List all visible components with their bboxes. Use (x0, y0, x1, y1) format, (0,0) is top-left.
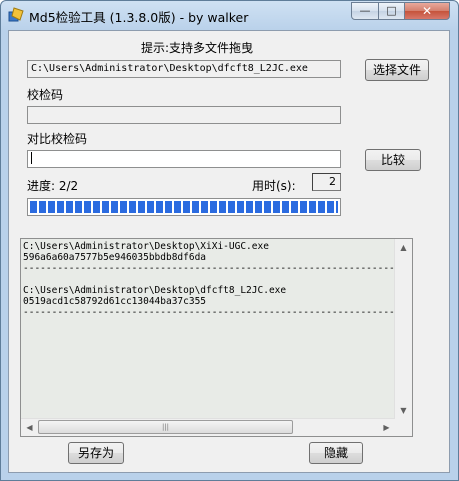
app-window: Md5检验工具 (1.3.8.0版) - by walker — □ ✕ 提示:… (0, 0, 459, 481)
compare-input[interactable] (27, 150, 341, 168)
progress-label: 进度: 2/2 (27, 179, 79, 193)
log-entry-md5: 596a6a60a7577b5e946035bbdb8df6da (23, 252, 207, 263)
log-entry-md5: 0519acd1c58792d61cc13044ba37c355 (23, 296, 207, 307)
client-area: 提示:支持多文件拖曳 C:\Users\Administrator\Deskto… (8, 30, 450, 473)
window-title: Md5检验工具 (1.3.8.0版) - by walker (29, 10, 249, 25)
log-entry-path: C:\Users\Administrator\Desktop\XiXi-UGC.… (23, 241, 269, 252)
hide-button[interactable]: 隐藏 (309, 442, 363, 464)
compare-button[interactable]: 比较 (365, 149, 421, 171)
file-path-field[interactable]: C:\Users\Administrator\Desktop\dfcft8_L2… (27, 60, 341, 78)
compare-label: 对比校检码 (27, 132, 88, 146)
scroll-corner (395, 419, 412, 436)
scroll-right-icon[interactable]: ▶ (378, 419, 395, 436)
text-cursor (31, 152, 32, 164)
time-value: 2 (312, 173, 341, 191)
hint-text: 提示:支持多文件拖曳 (141, 41, 254, 55)
scroll-left-icon[interactable]: ◀ (21, 419, 38, 436)
scroll-up-icon[interactable]: ▲ (395, 239, 412, 256)
progress-fill (30, 201, 338, 213)
log-divider: ----------------------------------------… (23, 263, 395, 274)
vertical-scrollbar[interactable]: ▲ ▼ (394, 239, 412, 419)
app-icon (8, 7, 24, 22)
maximize-button[interactable]: □ (378, 2, 405, 20)
log-entry-path: C:\Users\Administrator\Desktop\dfcft8_L2… (23, 285, 287, 296)
scroll-thumb[interactable]: ||| (38, 420, 293, 434)
checksum-field[interactable] (27, 106, 341, 124)
progress-bar (27, 198, 341, 216)
save-as-button[interactable]: 另存为 (68, 442, 124, 464)
log-content: C:\Users\Administrator\Desktop\XiXi-UGC.… (21, 239, 395, 419)
title-bar[interactable]: Md5检验工具 (1.3.8.0版) - by walker — □ ✕ (1, 1, 458, 29)
checksum-label: 校检码 (27, 88, 64, 102)
select-file-button[interactable]: 选择文件 (365, 59, 429, 81)
result-log[interactable]: C:\Users\Administrator\Desktop\XiXi-UGC.… (20, 238, 413, 437)
time-label: 用时(s): (252, 179, 296, 193)
close-button[interactable]: ✕ (404, 2, 450, 20)
log-divider: ----------------------------------------… (23, 307, 395, 318)
horizontal-scrollbar[interactable]: ◀ ||| ▶ (21, 418, 395, 436)
scroll-down-icon[interactable]: ▼ (395, 402, 412, 419)
minimize-button[interactable]: — (351, 2, 379, 20)
